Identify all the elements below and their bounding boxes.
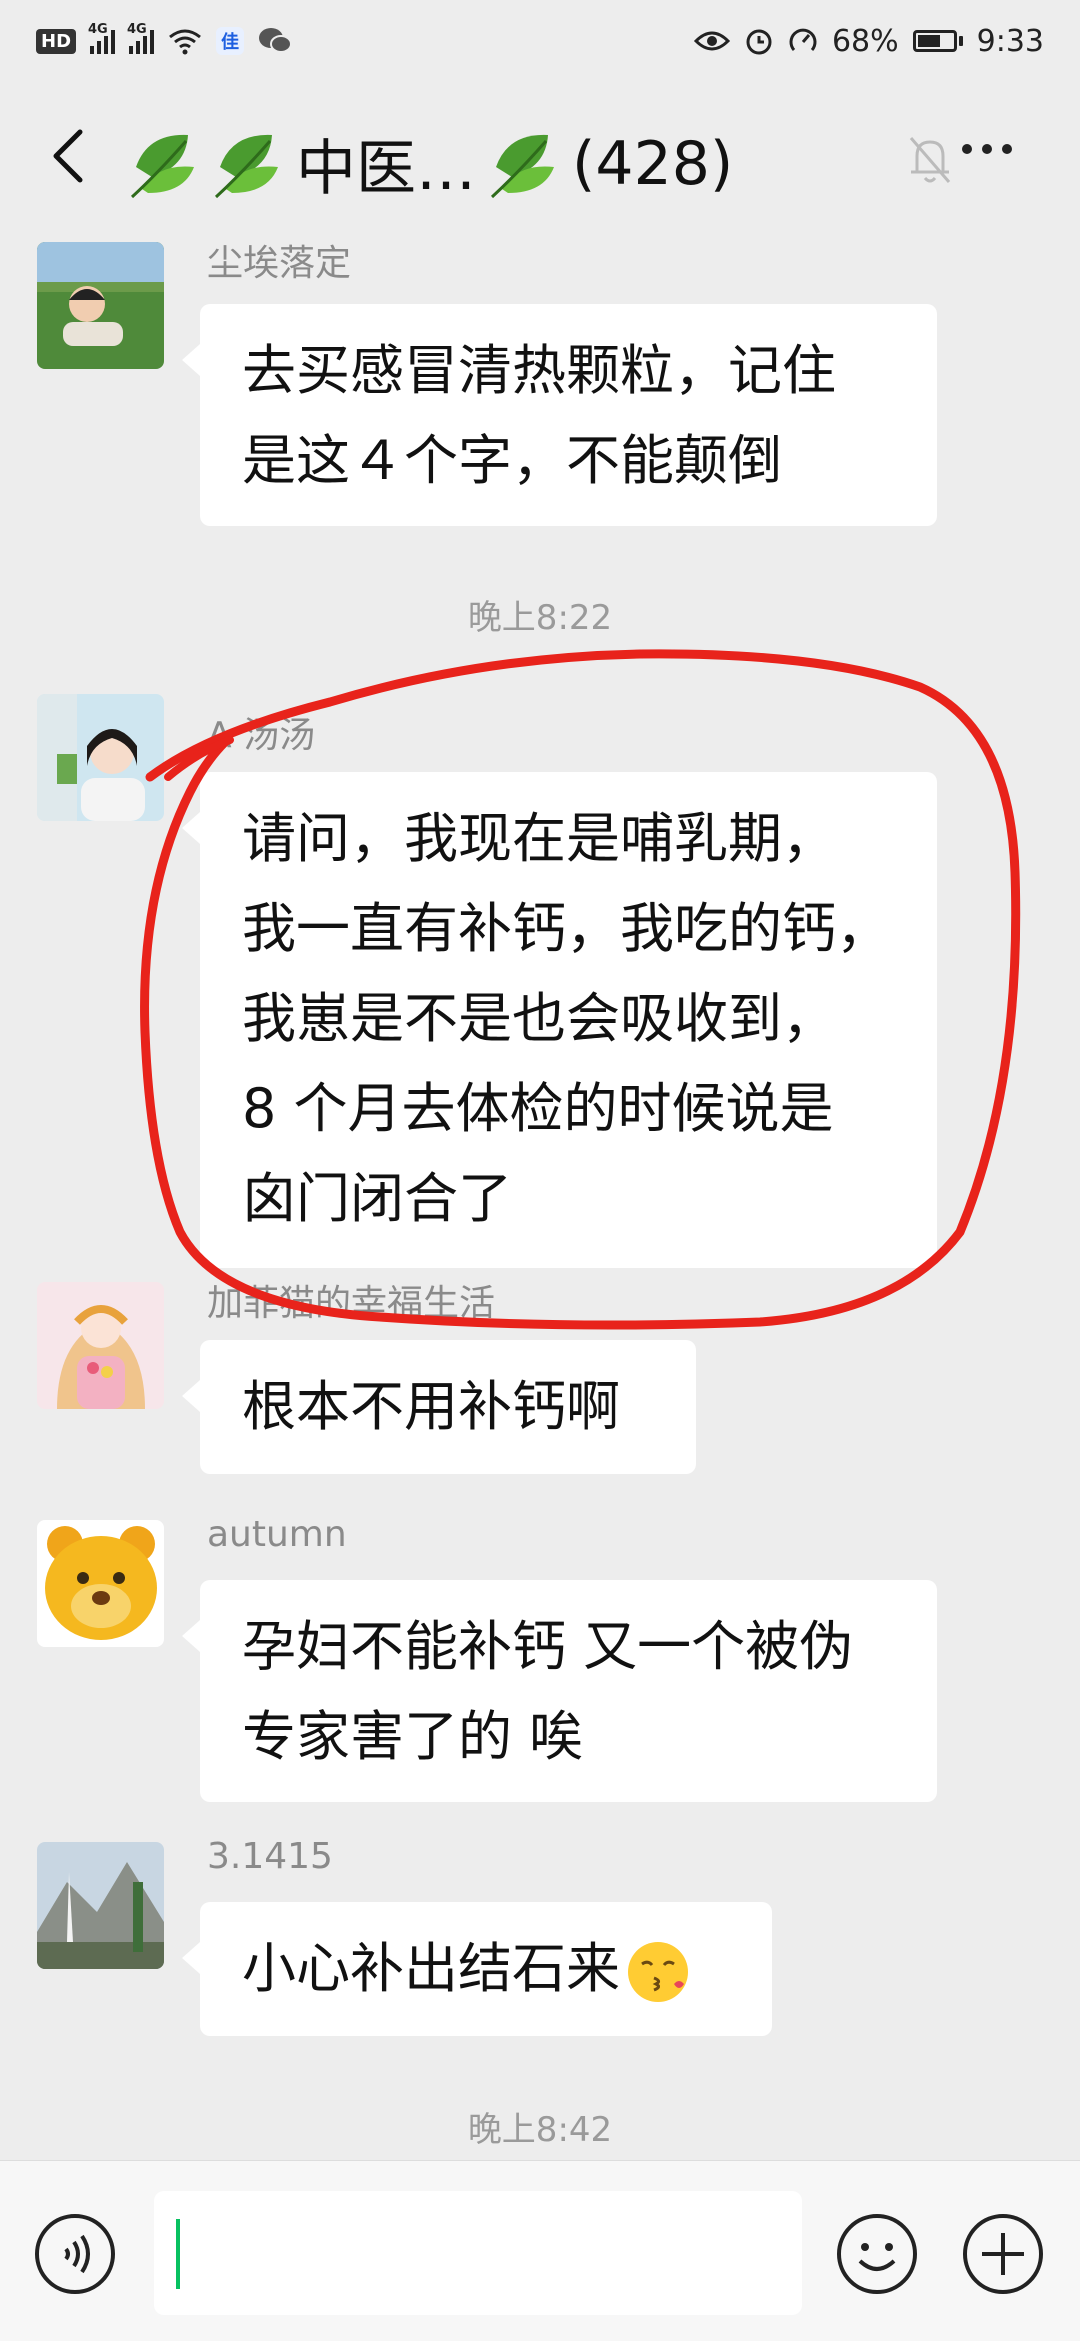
alarm-icon: [746, 29, 772, 55]
message-text: 去买感冒清热颗粒，记住: [242, 339, 836, 402]
wifi-icon: [169, 29, 201, 55]
sender-name: 加菲猫的幸福生活: [207, 1283, 496, 1324]
avatar[interactable]: [37, 694, 164, 821]
message-text: 囟门闭合了: [242, 1167, 512, 1230]
message-bubble[interactable]: 小心补出结石来: [182, 1902, 772, 2036]
message-text: 我一直有补钙，我吃的钙，: [242, 897, 890, 960]
hd-badge: HD: [36, 28, 77, 54]
message-text: 是这４个字，不能颠倒: [242, 429, 782, 492]
message-text: 小心补出结石来: [242, 1924, 732, 2014]
avatar[interactable]: [37, 1282, 164, 1409]
emoji-button[interactable]: [834, 2211, 920, 2297]
message-text: 孕妇不能补钙 又一个被伪: [242, 1615, 854, 1678]
message-text: 请问，我现在是哺乳期，: [242, 807, 836, 870]
plus-icon: [963, 2214, 1043, 2294]
plus-button[interactable]: [960, 2211, 1046, 2297]
leaf-icon: [130, 134, 194, 198]
signal-icon: 4G: [88, 22, 116, 54]
message-bubble[interactable]: 根本不用补钙啊: [182, 1340, 696, 1474]
message-bubble[interactable]: 去买感冒清热颗粒，记住 是这４个字，不能颠倒: [182, 304, 937, 526]
sender-name: 尘埃落定: [207, 243, 352, 284]
message-text: 我崽是不是也会吸收到，: [242, 987, 836, 1050]
eye-icon: [693, 31, 730, 51]
avatar[interactable]: [37, 1842, 164, 1969]
leaf-icon: [490, 134, 554, 198]
battery-icon: [912, 30, 963, 52]
sender-name: 3.1415: [207, 1836, 333, 1877]
voice-button[interactable]: [32, 2211, 118, 2297]
signal-icon: 4G: [127, 22, 155, 54]
more-dots-icon: [962, 144, 972, 154]
timestamp: 晚上8:22: [467, 598, 613, 638]
clock: 9:33: [976, 23, 1044, 59]
emoji-icon: [837, 2214, 917, 2294]
status-right: 68% 9:33: [693, 23, 1044, 59]
chat-header: 中医… (428): [0, 82, 1080, 232]
input-bar: [0, 2160, 1080, 2341]
timestamp: 晚上8:42: [467, 2110, 613, 2150]
app-notification-icon: 佳: [216, 27, 245, 55]
voice-icon: [35, 2214, 115, 2294]
leaf-icon: [214, 134, 278, 198]
kissing-face-emoji: [628, 1942, 688, 2003]
group-name: 中医…: [296, 134, 476, 204]
bell-off-icon: [909, 137, 951, 183]
message-text: 根本不用补钙啊: [242, 1375, 620, 1438]
chat-messages[interactable]: 尘埃落定 去买感冒清热颗粒，记住 是这４个字，不能颠倒 晚上8:22 A 汤汤 …: [0, 232, 1080, 2160]
member-count: (428): [572, 128, 734, 199]
back-button[interactable]: [38, 126, 98, 186]
avatar[interactable]: [37, 1520, 164, 1647]
sender-name: A 汤汤: [207, 715, 316, 756]
data-saver-icon: [789, 28, 817, 51]
status-left: HD 4G 4G 佳: [36, 22, 293, 56]
message-bubble[interactable]: 孕妇不能补钙 又一个被伪 专家害了的 唉: [182, 1580, 937, 1802]
battery-percent: 68%: [831, 23, 899, 59]
avatar[interactable]: [37, 242, 164, 369]
text-caret: [176, 2219, 180, 2289]
wechat-icon: [259, 28, 293, 53]
chat-title[interactable]: 中医… (428): [128, 120, 733, 207]
sender-name: autumn: [207, 1514, 347, 1555]
message-text: 专家害了的 唉: [242, 1705, 584, 1768]
message-input[interactable]: [154, 2191, 802, 2315]
status-bar: HD 4G 4G 佳 68% 9:33: [0, 0, 1080, 82]
message-bubble[interactable]: 请问，我现在是哺乳期， 我一直有补钙，我吃的钙， 我崽是不是也会吸收到， 8 个…: [182, 772, 937, 1268]
message-text: 8 个月去体检的时候说是: [242, 1077, 834, 1140]
more-button[interactable]: [962, 144, 1012, 154]
back-arrow-icon: [53, 129, 83, 183]
